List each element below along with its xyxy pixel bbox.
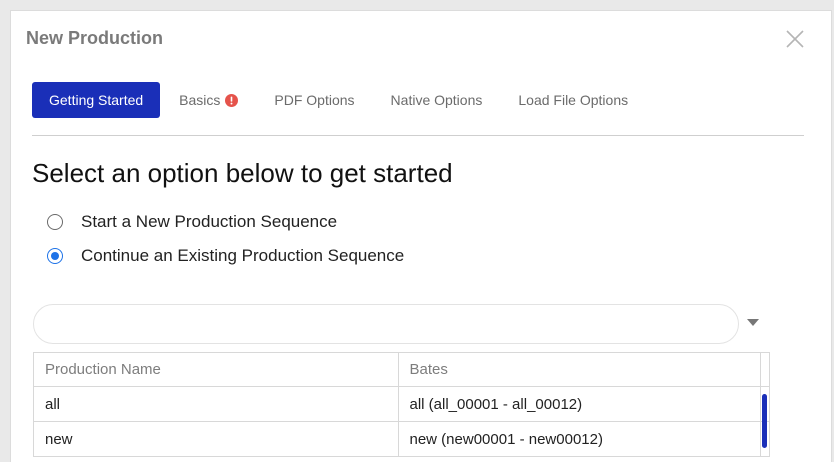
column-header-bates[interactable]: Bates bbox=[398, 352, 761, 387]
table-header-row: Production Name Bates bbox=[33, 352, 770, 387]
radio-continue-existing[interactable] bbox=[47, 248, 63, 264]
table-row[interactable]: all all (all_00001 - all_00012) bbox=[33, 386, 770, 422]
cell-bates: new (new00001 - new00012) bbox=[398, 421, 761, 457]
header-spacer bbox=[760, 352, 770, 387]
close-button[interactable] bbox=[783, 27, 807, 51]
tab-pdf-options[interactable]: PDF Options bbox=[256, 82, 372, 118]
tab-getting-started[interactable]: Getting Started bbox=[32, 82, 161, 118]
tab-label: Native Options bbox=[390, 92, 483, 108]
option-start-new-sequence[interactable]: Start a New Production Sequence bbox=[47, 212, 337, 232]
close-icon bbox=[786, 30, 804, 48]
radio-start-new[interactable] bbox=[47, 214, 63, 230]
production-sequence-select[interactable] bbox=[33, 304, 739, 344]
column-header-production-name[interactable]: Production Name bbox=[33, 352, 399, 387]
tab-native-options[interactable]: Native Options bbox=[373, 82, 501, 118]
option-continue-existing-sequence[interactable]: Continue an Existing Production Sequence bbox=[47, 246, 404, 266]
table-scrollbar[interactable] bbox=[762, 394, 767, 448]
radio-label: Start a New Production Sequence bbox=[81, 212, 338, 231]
cell-production-name: new bbox=[33, 421, 399, 457]
chevron-down-icon[interactable] bbox=[747, 319, 759, 326]
tab-label: Basics bbox=[179, 92, 221, 108]
cell-bates: all (all_00001 - all_00012) bbox=[398, 386, 761, 422]
production-table: Production Name Bates all all (all_00001… bbox=[33, 352, 770, 457]
tab-divider bbox=[32, 135, 804, 136]
tab-label: Load File Options bbox=[518, 92, 629, 108]
table-row[interactable]: new new (new00001 - new00012) bbox=[33, 421, 770, 457]
tab-load-file-options[interactable]: Load File Options bbox=[500, 82, 646, 118]
section-heading: Select an option below to get started bbox=[32, 158, 453, 188]
warning-icon bbox=[225, 93, 239, 107]
tab-bar: Getting Started Basics PDF Options Nativ… bbox=[32, 82, 646, 118]
radio-label: Continue an Existing Production Sequence bbox=[81, 246, 405, 265]
new-production-dialog: New Production Getting Started Basics PD… bbox=[10, 10, 832, 462]
dialog-title: New Production bbox=[26, 28, 164, 48]
tab-label: PDF Options bbox=[274, 92, 355, 108]
cell-production-name: all bbox=[33, 386, 399, 422]
tab-label: Getting Started bbox=[49, 92, 144, 108]
tab-basics[interactable]: Basics bbox=[160, 82, 256, 118]
